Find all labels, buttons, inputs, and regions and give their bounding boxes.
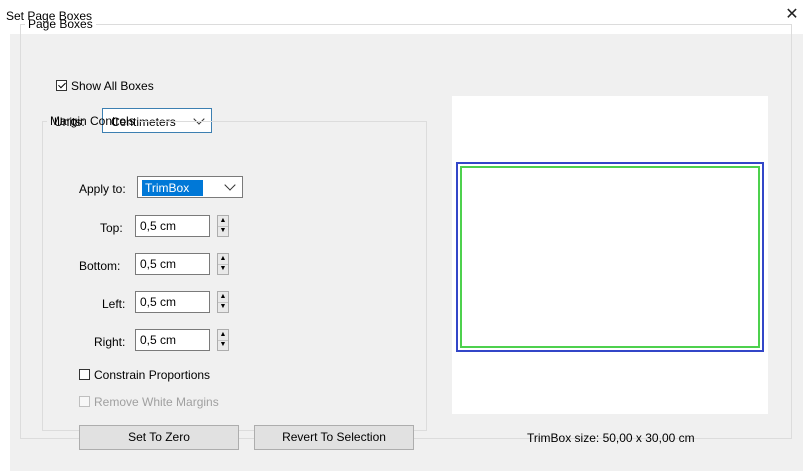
spin-down-icon[interactable]: ▼ bbox=[218, 340, 228, 350]
left-spinner[interactable]: ▲ ▼ bbox=[217, 291, 229, 313]
spin-down-icon[interactable]: ▼ bbox=[218, 226, 228, 236]
page-boxes-legend: Page Boxes bbox=[28, 17, 93, 31]
margin-controls-legend: Margin Controls bbox=[50, 114, 135, 128]
media-box-outline bbox=[456, 162, 764, 352]
remove-white-margins-label: Remove White Margins bbox=[94, 395, 219, 409]
constrain-proportions-checkbox[interactable] bbox=[79, 369, 90, 380]
show-all-boxes-label: Show All Boxes bbox=[71, 79, 154, 93]
left-label: Left: bbox=[102, 297, 126, 311]
remove-white-margins-checkbox[interactable] bbox=[79, 396, 90, 407]
set-to-zero-button[interactable]: Set To Zero bbox=[79, 425, 239, 450]
apply-to-select-value: TrimBox bbox=[142, 180, 204, 196]
show-all-boxes-checkbox[interactable] bbox=[56, 80, 67, 91]
trim-box-outline bbox=[460, 166, 760, 348]
bottom-input[interactable]: 0,5 cm bbox=[135, 253, 210, 275]
left-input-value: 0,5 cm bbox=[140, 295, 177, 309]
constrain-proportions-label: Constrain Proportions bbox=[94, 368, 211, 382]
apply-to-select[interactable]: TrimBox bbox=[137, 176, 243, 198]
apply-to-label: Apply to: bbox=[79, 182, 126, 196]
trimbox-size-text: TrimBox size: 50,00 x 30,00 cm bbox=[527, 431, 695, 445]
top-input[interactable]: 0,5 cm bbox=[135, 215, 210, 237]
spin-down-icon[interactable]: ▼ bbox=[218, 302, 228, 312]
spin-down-icon[interactable]: ▼ bbox=[218, 264, 228, 274]
page-preview bbox=[452, 96, 768, 414]
chevron-down-icon bbox=[224, 179, 236, 191]
bottom-spinner[interactable]: ▲ ▼ bbox=[217, 253, 229, 275]
right-label: Right: bbox=[94, 335, 126, 349]
bottom-label: Bottom: bbox=[79, 259, 121, 273]
bottom-input-value: 0,5 cm bbox=[140, 257, 177, 271]
top-label: Top: bbox=[100, 221, 123, 235]
right-input-value: 0,5 cm bbox=[140, 333, 177, 347]
top-spinner[interactable]: ▲ ▼ bbox=[217, 215, 229, 237]
right-input[interactable]: 0,5 cm bbox=[135, 329, 210, 351]
top-input-value: 0,5 cm bbox=[140, 219, 177, 233]
right-spinner[interactable]: ▲ ▼ bbox=[217, 329, 229, 351]
left-input[interactable]: 0,5 cm bbox=[135, 291, 210, 313]
revert-to-selection-button[interactable]: Revert To Selection bbox=[254, 425, 414, 450]
